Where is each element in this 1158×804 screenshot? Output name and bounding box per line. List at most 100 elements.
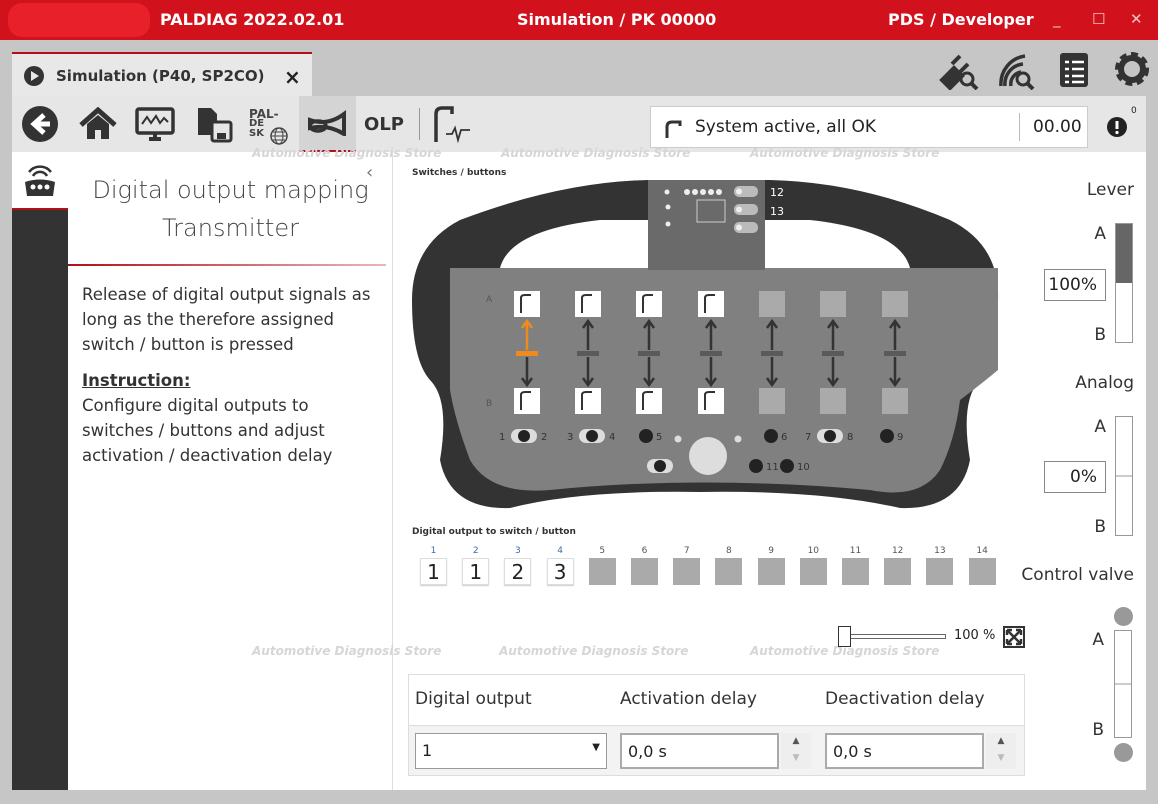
display-led bbox=[736, 224, 742, 231]
title-bar: PALDIAG 2022.02.01 Simulation / PK 00000… bbox=[0, 0, 1158, 40]
display-led bbox=[684, 189, 690, 195]
monitor-graph-icon bbox=[135, 107, 175, 141]
digital-output-select[interactable]: 1 ▼ bbox=[415, 733, 607, 769]
user-label: PDS / Developer bbox=[888, 10, 1034, 29]
wireless-search-icon[interactable] bbox=[995, 50, 1037, 90]
stepper-up-icon[interactable]: ▲ bbox=[986, 733, 1016, 750]
activation-delay-stepper[interactable]: ▲ ▼ bbox=[781, 733, 811, 769]
signal-button[interactable] bbox=[430, 104, 470, 144]
mapping-slot[interactable] bbox=[588, 558, 616, 585]
switch-a-icon[interactable] bbox=[759, 291, 785, 317]
home-button[interactable] bbox=[78, 104, 118, 144]
analog-value[interactable]: 0% bbox=[1044, 461, 1106, 493]
back-arrow-icon bbox=[22, 106, 58, 142]
analog-bar[interactable] bbox=[1115, 416, 1133, 536]
mapping-slot[interactable] bbox=[799, 558, 827, 585]
lever-value[interactable]: 100% bbox=[1044, 269, 1106, 301]
instruction-text: Configure digital outputs to switches / … bbox=[82, 396, 333, 465]
slot-number-label: 14 bbox=[976, 546, 988, 556]
display-led bbox=[665, 204, 671, 210]
tab-simulation[interactable]: Simulation (P40, SP2CO) × bbox=[12, 52, 312, 98]
zoom-value: 100 % bbox=[954, 628, 996, 643]
fit-screen-icon[interactable] bbox=[1003, 626, 1025, 648]
slot-number-label: 3 bbox=[515, 546, 521, 556]
switch-b-icon[interactable] bbox=[820, 388, 846, 414]
sidebar-item-transmitter[interactable] bbox=[12, 152, 68, 210]
slot-number-label: 13 bbox=[934, 546, 946, 556]
horn-button[interactable] bbox=[299, 96, 356, 152]
stepper-down-icon[interactable]: ▼ bbox=[781, 750, 811, 767]
switch-a-icon[interactable] bbox=[820, 291, 846, 317]
minimize-button[interactable]: _ bbox=[1053, 10, 1061, 28]
push-button[interactable] bbox=[880, 429, 894, 443]
tab-close-button[interactable]: × bbox=[284, 65, 301, 89]
row-b-label: B bbox=[486, 399, 492, 409]
save-files-button[interactable] bbox=[194, 104, 234, 144]
switch-number-label: 4 bbox=[609, 432, 615, 443]
alert-icon[interactable] bbox=[1107, 117, 1127, 137]
close-window-button[interactable]: ✕ bbox=[1130, 10, 1143, 28]
switch-number-label: 9 bbox=[897, 432, 903, 443]
plug-search-icon[interactable] bbox=[938, 50, 980, 90]
mapping-slot[interactable] bbox=[757, 558, 785, 585]
maximize-button[interactable]: ☐ bbox=[1092, 10, 1105, 28]
mapping-slot[interactable]: 1 bbox=[420, 558, 447, 585]
activation-delay-input[interactable]: 0,0 s bbox=[620, 733, 779, 769]
push-button[interactable] bbox=[780, 459, 794, 473]
toolbar-divider bbox=[419, 108, 420, 140]
slot-number-label: 11 bbox=[849, 546, 862, 556]
switch-b-icon[interactable] bbox=[759, 388, 785, 414]
switch-neutral-bar bbox=[761, 351, 783, 356]
switch-neutral-bar bbox=[884, 351, 906, 356]
switch-neutral-bar bbox=[516, 351, 538, 356]
files-save-icon bbox=[198, 108, 233, 143]
delay-grid: Digital output Activation delay Deactiva… bbox=[408, 674, 1025, 776]
push-button[interactable] bbox=[749, 459, 763, 473]
display-led bbox=[736, 188, 742, 195]
deactivation-delay-stepper[interactable]: ▲ ▼ bbox=[986, 733, 1016, 769]
slot-number-label: 7 bbox=[683, 546, 690, 556]
push-button[interactable] bbox=[764, 429, 778, 443]
analog-a-label: A bbox=[1094, 417, 1106, 437]
lever-signal-icon bbox=[434, 106, 470, 144]
control-valve-bar[interactable] bbox=[1114, 630, 1132, 738]
alert-count: 0 bbox=[1131, 106, 1137, 116]
back-button[interactable] bbox=[20, 104, 60, 144]
title-divider bbox=[68, 264, 386, 266]
zoom-slider-thumb[interactable] bbox=[838, 626, 851, 647]
mapping-slot[interactable] bbox=[842, 558, 869, 585]
olp-button[interactable]: OLP bbox=[364, 104, 404, 144]
switch-number-label: 10 bbox=[797, 462, 810, 473]
lang-label-3: SK bbox=[249, 128, 264, 139]
slot-number-label: 8 bbox=[726, 546, 732, 556]
push-button[interactable] bbox=[639, 429, 653, 443]
monitor-button[interactable] bbox=[135, 104, 175, 144]
lever-bar[interactable] bbox=[1115, 223, 1133, 343]
toggle-knob bbox=[824, 430, 836, 442]
watermark: Automotive Diagnosis Store bbox=[499, 644, 689, 658]
valve-a-button[interactable] bbox=[1114, 607, 1133, 626]
mapping-slot[interactable] bbox=[968, 558, 996, 585]
valve-b-button[interactable] bbox=[1114, 743, 1133, 762]
deactivation-delay-input[interactable]: 0,0 s bbox=[825, 733, 984, 769]
col-activation-delay: Activation delay bbox=[620, 689, 757, 709]
mapping-slot[interactable] bbox=[884, 558, 912, 585]
switch-number-label: 8 bbox=[847, 432, 853, 443]
zoom-slider-track[interactable] bbox=[846, 634, 946, 639]
mapping-slot[interactable]: 2 bbox=[504, 558, 532, 585]
mapping-slot[interactable] bbox=[673, 558, 701, 585]
language-button[interactable]: PAL- DE SK bbox=[249, 104, 289, 145]
mapping-slot[interactable] bbox=[715, 558, 743, 585]
mapping-slot[interactable]: 3 bbox=[546, 558, 574, 585]
mapping-slot[interactable] bbox=[926, 558, 954, 585]
switch-b-icon[interactable] bbox=[882, 388, 908, 414]
mapping-slot[interactable]: 1 bbox=[462, 558, 490, 585]
stepper-up-icon[interactable]: ▲ bbox=[781, 733, 811, 750]
stepper-down-icon[interactable]: ▼ bbox=[986, 750, 1016, 767]
list-document-icon[interactable] bbox=[1057, 50, 1091, 90]
settings-gear-icon[interactable] bbox=[1112, 49, 1152, 89]
mapping-slot[interactable] bbox=[631, 558, 658, 585]
display-button-number: 14 bbox=[770, 227, 784, 240]
joystick-knob[interactable] bbox=[689, 437, 727, 475]
switch-a-icon[interactable] bbox=[882, 291, 908, 317]
